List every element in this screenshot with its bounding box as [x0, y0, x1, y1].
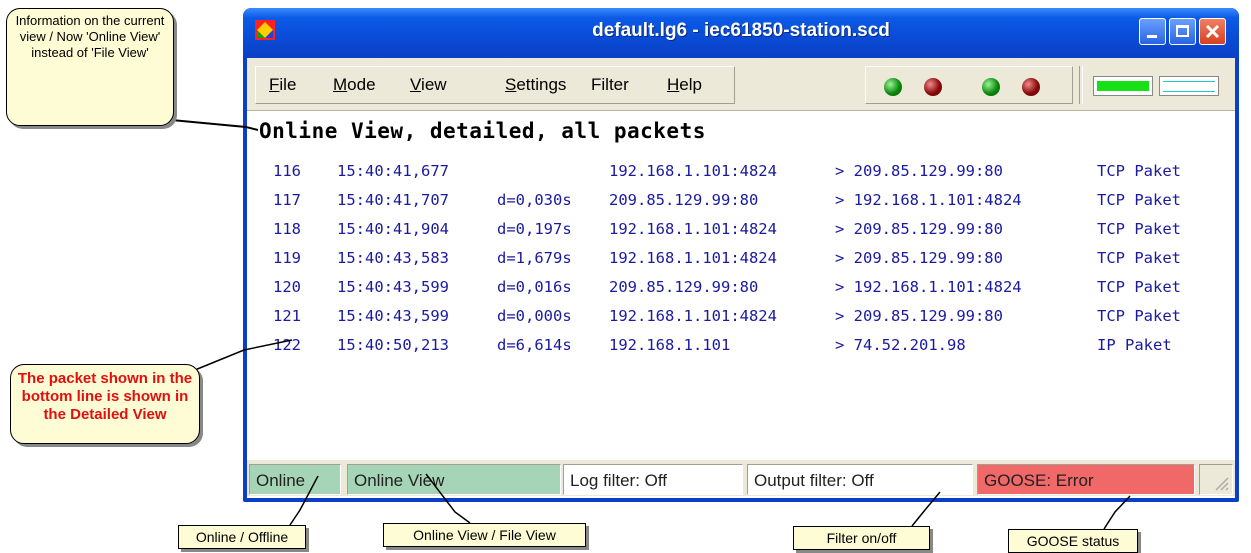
callout-lines — [149, 117, 1131, 530]
callout-view-info: Information on the current view / Now 'O… — [6, 8, 174, 126]
callout-goose-status: GOOSE status — [1008, 529, 1138, 553]
callout-online-offline: Online / Offline — [178, 525, 306, 549]
callout-packet-detail: The packet shown in the bottom line is s… — [10, 364, 200, 444]
callout-filter: Filter on/off — [793, 526, 930, 550]
callout-view-mode: Online View / File View — [383, 523, 586, 547]
